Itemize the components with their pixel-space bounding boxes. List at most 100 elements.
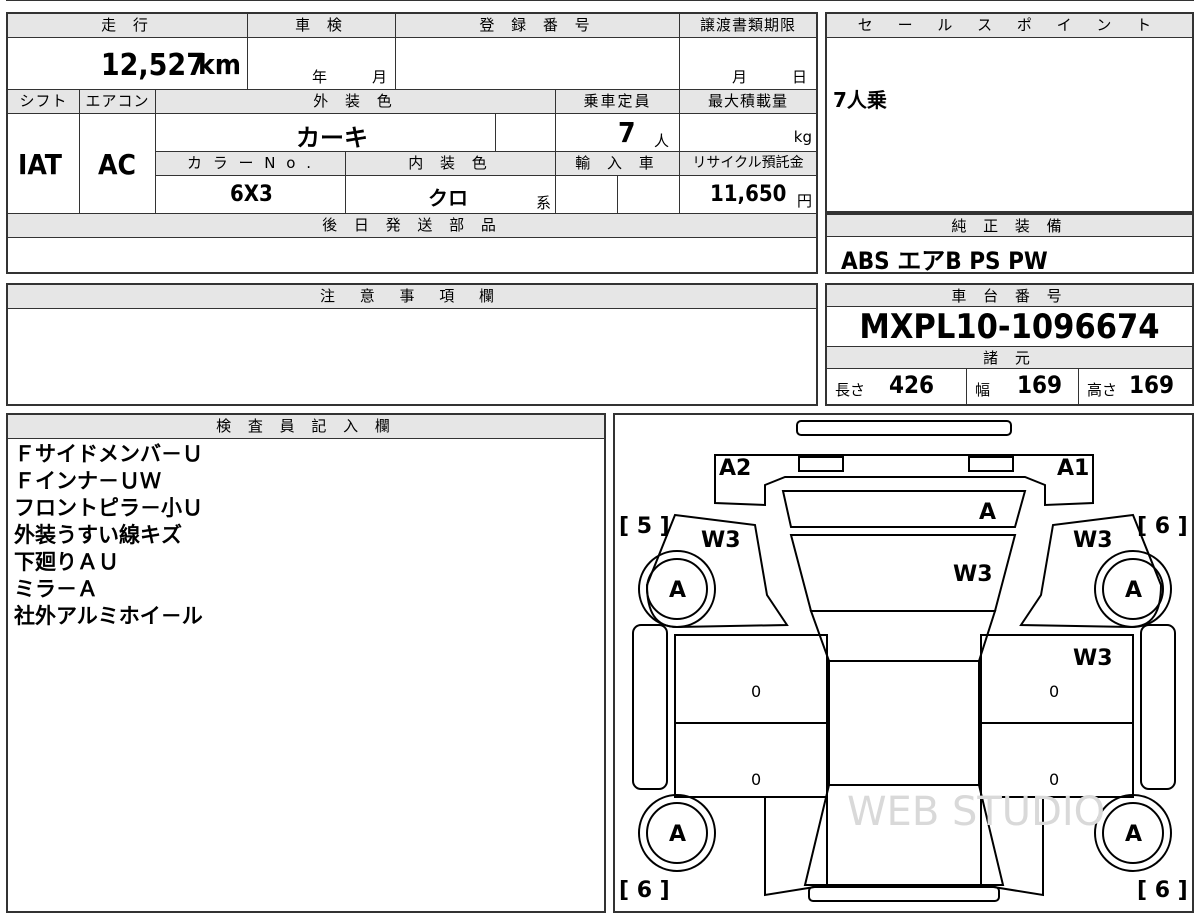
label-zero-l2: 0 xyxy=(751,770,761,789)
inspection-cell: 年 月 xyxy=(248,38,396,90)
label-bracket-lf: [ 5 ] xyxy=(619,514,670,539)
ext-color-extra-cell xyxy=(496,114,556,152)
length-label: 長さ xyxy=(835,381,866,399)
ext-color-cell: カーキ xyxy=(156,114,496,152)
front-body xyxy=(714,454,1094,507)
rear-bumper xyxy=(808,886,1000,902)
load-label: 最大積載量 xyxy=(680,90,816,114)
car-diagram-box: A2 A1 [ 5 ] [ 6 ] [ 6 ] [ 6 ] W3 W3 W3 W… xyxy=(613,413,1194,913)
left-sill xyxy=(632,624,668,790)
label-zero-r1: 0 xyxy=(1049,682,1059,701)
headlight-right xyxy=(968,456,1014,472)
left-door-front xyxy=(674,634,828,724)
height-cell: 高さ 169 xyxy=(1079,369,1192,404)
width-value: 169 xyxy=(1017,371,1063,399)
int-color-cell: クロ 系 xyxy=(346,176,556,214)
transfer-label: 譲渡書類期限 xyxy=(680,14,816,38)
ac-value: AC xyxy=(98,148,136,181)
inspector-box: 検 査 員 記 入 欄 Ｆサイドメンバ－Ｕ Ｆインナ－ＵＷ フロントピラ－小Ｕ … xyxy=(6,413,606,913)
label-wheel-lr: A xyxy=(669,822,686,847)
front-bumper xyxy=(796,420,1012,436)
capacity-unit: 人 xyxy=(654,132,670,150)
ext-color-value: カーキ xyxy=(296,124,368,152)
chassis-box: 車 台 番 号 MXPL10-1096674 諸 元 長さ 426 幅 169 … xyxy=(825,283,1194,406)
transfer-cell: 月 日 xyxy=(680,38,816,90)
roof xyxy=(828,660,980,786)
shift-cell: IAT xyxy=(8,114,80,214)
transfer-month: 月 xyxy=(732,68,748,86)
label-wheel-rr: A xyxy=(1125,822,1142,847)
notes-label: 注 意 事 項 欄 xyxy=(8,285,816,309)
main-info-table: 走 行 車 検 登 録 番 号 譲渡書類期限 12,527 km 年 月 月 日… xyxy=(6,12,818,274)
mileage-label: 走 行 xyxy=(8,14,248,38)
capacity-cell: 7 人 xyxy=(556,114,680,152)
color-no-label: カ ラ ー N o . xyxy=(156,152,346,176)
color-no-value: 6X3 xyxy=(230,182,273,207)
label-wheel-lf: A xyxy=(669,578,686,603)
equipment-value: ABS エアB PS PW xyxy=(841,247,1048,275)
chassis-label: 車 台 番 号 xyxy=(827,285,1192,307)
equipment-box: 純 正 装 備 ABS エアB PS PW xyxy=(825,213,1194,275)
inspector-line: 社外アルミホイ－ル xyxy=(14,604,203,628)
left-quarter xyxy=(764,796,828,897)
label-zero-l1: 0 xyxy=(751,682,761,701)
ac-cell: AC xyxy=(80,114,156,214)
label-a-windshield: A xyxy=(979,500,996,525)
load-cell: kg xyxy=(680,114,816,152)
inspection-month: 月 xyxy=(372,68,388,86)
notes-box: 注 意 事 項 欄 xyxy=(6,283,818,406)
registration-cell xyxy=(396,38,680,90)
capacity-value: 7 xyxy=(618,116,636,149)
length-cell: 長さ 426 xyxy=(827,369,967,404)
spec-label: 諸 元 xyxy=(827,347,1192,369)
load-unit: kg xyxy=(793,128,812,146)
recycle-cell: 11,650 円 xyxy=(680,176,816,214)
inspector-line: Ｆサイドメンバ－Ｕ xyxy=(14,442,203,466)
inspector-line: ミラ－Ａ xyxy=(14,577,98,601)
ac-label: エアコン xyxy=(80,90,156,114)
right-sill xyxy=(1140,624,1176,790)
equipment-label: 純 正 装 備 xyxy=(827,215,1192,237)
length-value: 426 xyxy=(889,371,935,399)
int-color-value: クロ xyxy=(428,186,468,210)
height-label: 高さ xyxy=(1087,381,1118,399)
recycle-unit: 円 xyxy=(796,192,812,210)
headlight-left xyxy=(798,456,844,472)
later-parts-label: 後 日 発 送 部 品 xyxy=(8,214,816,238)
color-no-cell: 6X3 xyxy=(156,176,346,214)
mileage-cell: 12,527 km xyxy=(8,38,248,90)
later-parts-cell xyxy=(8,238,816,272)
capacity-label: 乗車定員 xyxy=(556,90,680,114)
sales-point-value: 7人乗 xyxy=(833,88,887,112)
inspector-line: Ｆインナ－ＵＷ xyxy=(14,469,161,493)
width-label: 幅 xyxy=(975,381,991,399)
label-a2: A2 xyxy=(719,456,751,481)
label-w3-hood: W3 xyxy=(953,562,993,587)
import-cell-a xyxy=(556,176,618,214)
sales-point-box: セ ー ル ス ポ イ ン ト 7人乗 xyxy=(825,12,1194,213)
label-w3-lf: W3 xyxy=(701,528,741,553)
int-color-suffix: 系 xyxy=(535,194,551,212)
shift-label: シフト xyxy=(8,90,80,114)
height-value: 169 xyxy=(1129,371,1175,399)
label-w3-rf: W3 xyxy=(1073,528,1113,553)
int-color-label: 内 装 色 xyxy=(346,152,556,176)
cabin-front xyxy=(809,610,997,662)
import-cell-b xyxy=(618,176,680,214)
recycle-value: 11,650 xyxy=(710,182,787,207)
transfer-day: 日 xyxy=(792,68,808,86)
mileage-value: 12,527 xyxy=(100,48,205,83)
registration-label: 登 録 番 号 xyxy=(396,14,680,38)
inspector-label: 検 査 員 記 入 欄 xyxy=(8,415,604,439)
car-diagram: A2 A1 [ 5 ] [ 6 ] [ 6 ] [ 6 ] W3 W3 W3 W… xyxy=(619,420,1188,903)
inspection-year: 年 xyxy=(312,68,328,86)
label-bracket-rr: [ 6 ] xyxy=(1137,878,1188,903)
inspector-line: 外装うすい線キズ xyxy=(14,523,182,547)
recycle-label: リサイクル預託金 xyxy=(680,152,816,176)
chassis-value: MXPL10-1096674 xyxy=(827,307,1192,347)
inspector-line: 下廻りＡＵ xyxy=(14,550,119,574)
label-wheel-rf: A xyxy=(1125,578,1142,603)
inspector-lines: Ｆサイドメンバ－Ｕ Ｆインナ－ＵＷ フロントピラ－小Ｕ 外装うすい線キズ 下廻り… xyxy=(14,441,203,630)
top-strip xyxy=(6,0,1194,6)
sales-point-label: セ ー ル ス ポ イ ン ト xyxy=(827,14,1192,38)
